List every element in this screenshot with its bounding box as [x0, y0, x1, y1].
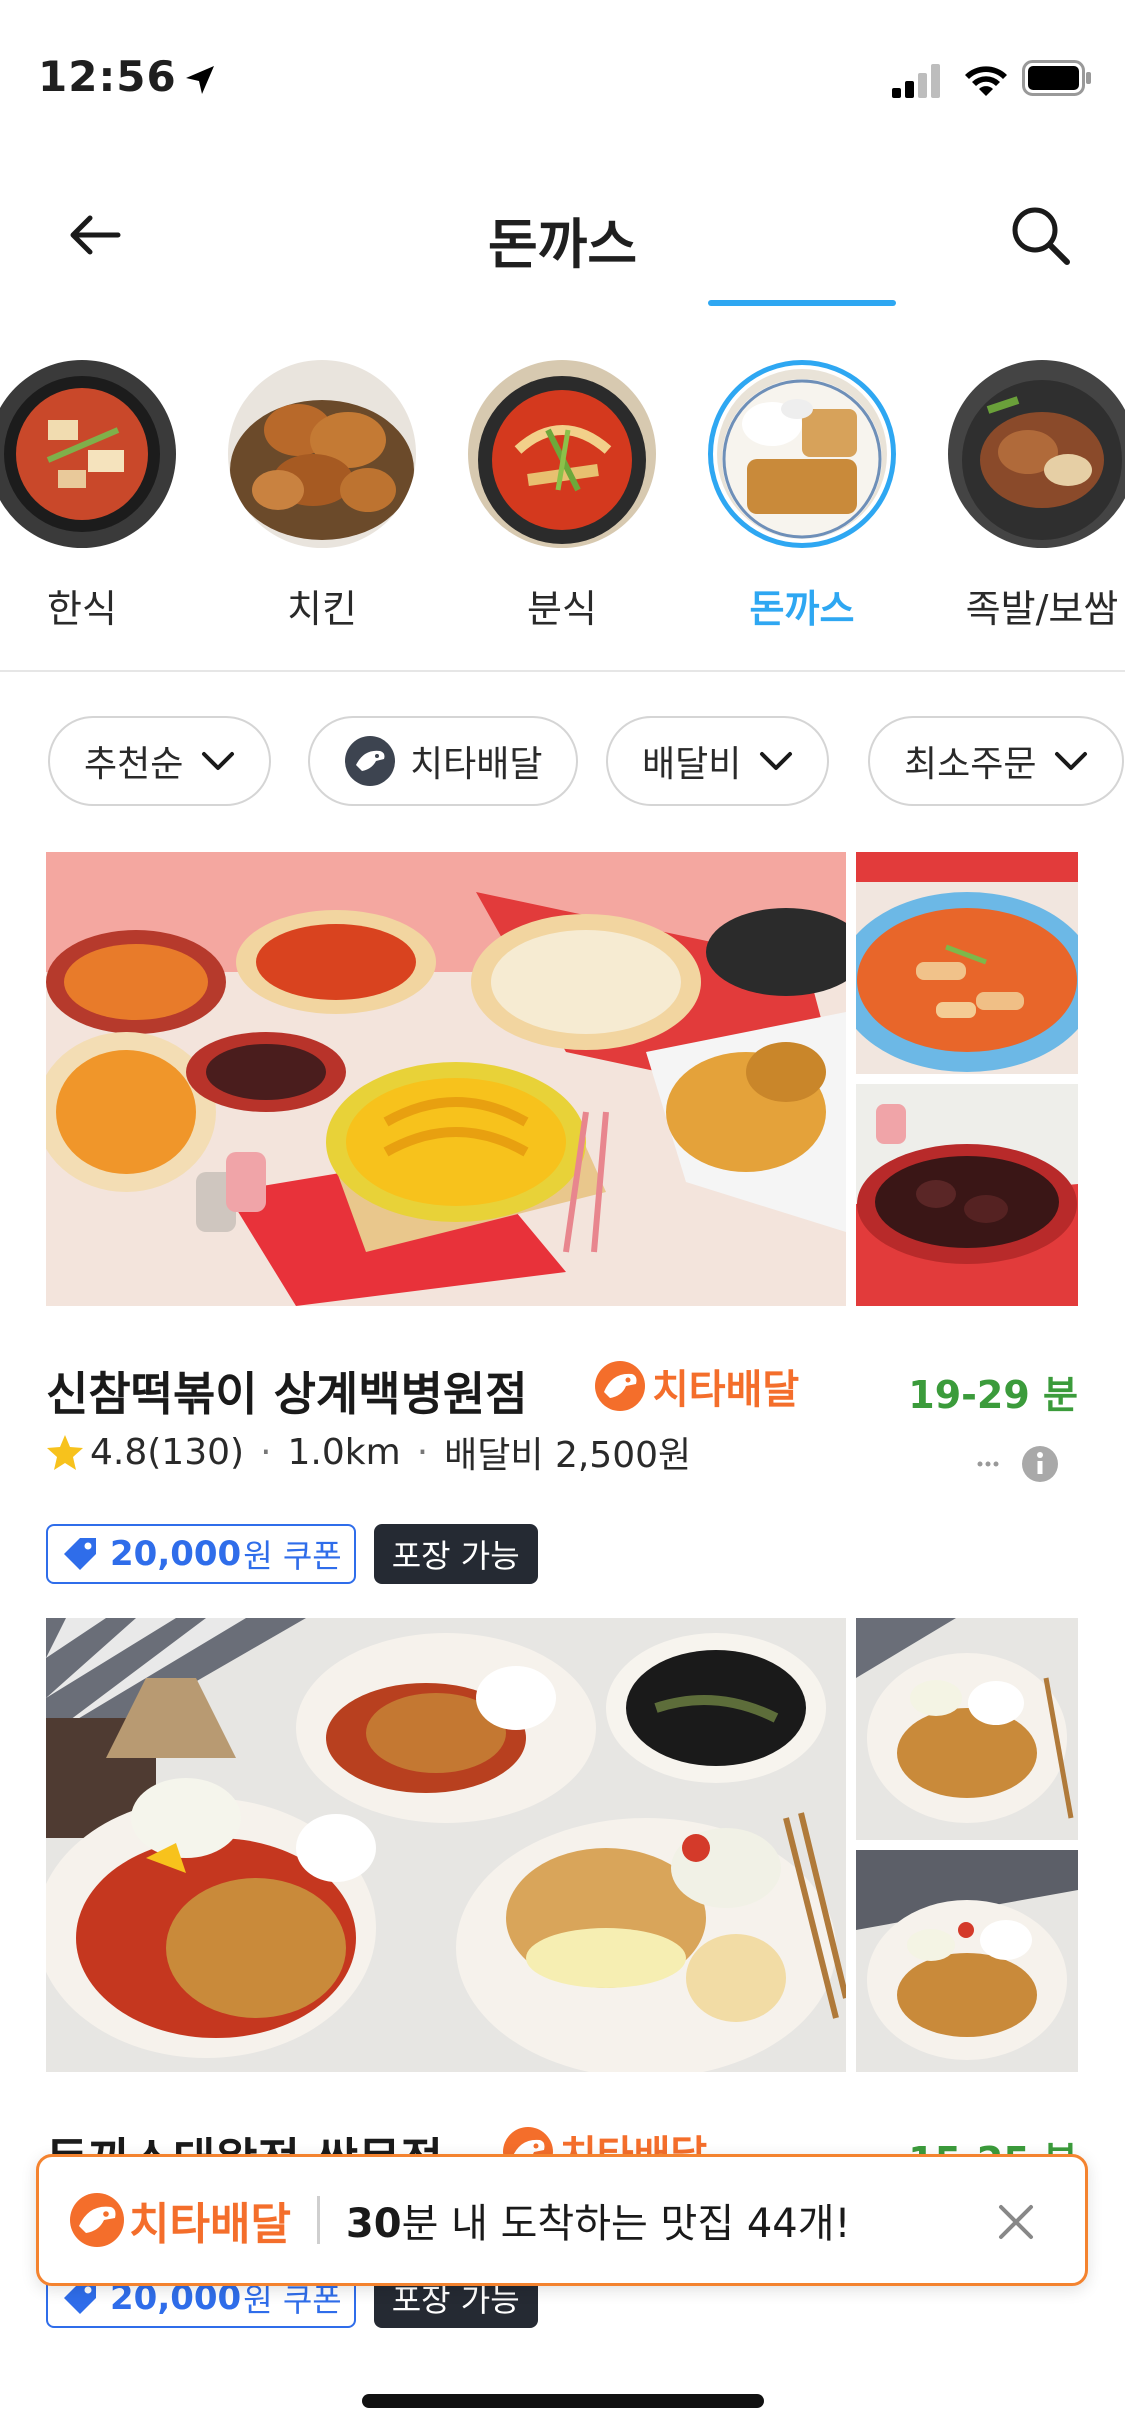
category-jokbal[interactable]: 족발/보쌈	[942, 360, 1125, 633]
battery-icon	[1022, 60, 1091, 96]
restaurant-photo-thumb	[856, 1618, 1078, 1840]
restaurant-name: 신참떡볶이 상계백병원점	[46, 1367, 528, 1421]
category-image-donkatsu	[708, 360, 896, 548]
category-bunsik[interactable]: 분식	[462, 360, 662, 633]
cheetah-badge-label: 치타배달	[652, 1367, 800, 1413]
chevron-down-icon	[760, 752, 793, 770]
filter-cheetah[interactable]: 치타배달	[308, 716, 579, 806]
header: 돈까스	[0, 170, 1125, 300]
restaurant-photos[interactable]	[46, 1618, 1078, 2072]
restaurant-tags: 20,000 원 쿠폰 포장 가능	[46, 1524, 538, 1586]
divider	[0, 670, 1125, 672]
category-label: 돈까스	[749, 587, 855, 631]
filter-label: 치타배달	[410, 744, 543, 785]
filter-sort[interactable]: 추천순	[48, 716, 272, 806]
banner-text-rest: 분 내 도착하는 맛집 44개!	[401, 2201, 851, 2247]
category-image-bunsik	[468, 360, 656, 548]
chevron-down-icon	[202, 752, 235, 770]
category-row: 한식 치킨 분식 돈까스 족발/보쌈	[0, 360, 1125, 670]
category-image-jokbal	[948, 360, 1125, 548]
coupon-tag: 20,000 원 쿠폰	[46, 1524, 356, 1584]
status-bar: 12:56	[0, 0, 1125, 140]
restaurant-card[interactable]: 신참떡볶이 상계백병원점 치타배달 19-29 분 4.8(130) · 1.0…	[46, 852, 1078, 1584]
filter-delivery-fee[interactable]: 배달비	[606, 716, 830, 806]
banner-logo-label: 치타배달	[129, 2199, 291, 2250]
restaurant-photo-thumb	[856, 852, 1078, 1074]
wifi-icon	[965, 66, 1007, 96]
page-title: 돈까스	[487, 213, 638, 276]
category-chicken[interactable]: 치킨	[222, 360, 422, 633]
delivery-time: 19-29 분	[908, 1373, 1078, 1417]
location-arrow-icon	[186, 66, 214, 94]
coupon-tag-icon	[64, 1538, 96, 1570]
close-icon[interactable]	[991, 2197, 1041, 2247]
banner-text-bold: 30	[345, 2201, 402, 2247]
chevron-down-icon	[1055, 752, 1088, 770]
cheetah-badge: 치타배달	[594, 1356, 799, 1416]
banner-divider	[316, 2196, 320, 2244]
filter-label: 최소주문	[904, 744, 1037, 785]
coupon-amount: 20,000	[110, 1534, 242, 1574]
banner-text: 30분 내 도착하는 맛집 44개!	[346, 2191, 851, 2249]
restaurant-photo-main	[46, 852, 846, 1306]
delivery-fee: 배달비 2,500원	[444, 1435, 692, 1476]
restaurant-card[interactable]: 돈까스대왕전 쌍문점 치타배달 15-25 분 20,000 원 쿠폰 포장 가…	[46, 1618, 1078, 2328]
cheetah-logo-icon	[595, 1361, 645, 1411]
cheetah-logo-icon	[70, 2193, 124, 2247]
restaurant-photo-thumb	[856, 1850, 1078, 2072]
info-icon[interactable]	[972, 1444, 1062, 1484]
star-icon	[47, 1435, 83, 1470]
filter-label: 추천순	[84, 744, 184, 785]
category-label: 분식	[527, 587, 597, 631]
active-category-indicator	[708, 300, 896, 306]
restaurant-photo-thumb	[856, 1084, 1078, 1306]
category-donkatsu[interactable]: 돈까스	[702, 360, 902, 633]
status-time: 12:56	[38, 52, 177, 101]
pickup-tag: 포장 가능	[373, 1524, 538, 1584]
restaurant-name-row: 신참떡볶이 상계백병원점 치타배달 19-29 분	[46, 1352, 1078, 1422]
filter-label: 배달비	[642, 744, 742, 785]
coupon-unit: 원 쿠폰	[243, 1537, 342, 1575]
cheetah-promo-banner[interactable]: 치타배달 30분 내 도착하는 맛집 44개!	[36, 2154, 1088, 2286]
rating: 4.8(130)	[90, 1431, 245, 1473]
banner-logo: 치타배달	[69, 2188, 291, 2252]
category-image-korean	[0, 360, 176, 548]
home-indicator[interactable]	[362, 2394, 764, 2408]
restaurant-photos[interactable]	[46, 852, 1078, 1306]
distance: 1.0km	[287, 1431, 401, 1473]
search-icon[interactable]	[1005, 200, 1075, 270]
restaurant-meta: 4.8(130) · 1.0km · 배달비 2,500원	[46, 1422, 691, 1482]
category-label: 치킨	[287, 587, 357, 631]
signal-icon	[892, 64, 940, 98]
filter-row: 추천순 치타배달 배달비 최소주문	[0, 716, 1125, 808]
restaurant-photo-main	[46, 1618, 846, 2072]
cheetah-icon	[345, 736, 395, 786]
filter-min-order[interactable]: 최소주문	[868, 716, 1125, 806]
category-label: 한식	[47, 587, 117, 631]
category-label: 족발/보쌈	[965, 587, 1119, 631]
category-korean[interactable]: 한식	[0, 360, 182, 633]
category-image-chicken	[228, 360, 416, 548]
